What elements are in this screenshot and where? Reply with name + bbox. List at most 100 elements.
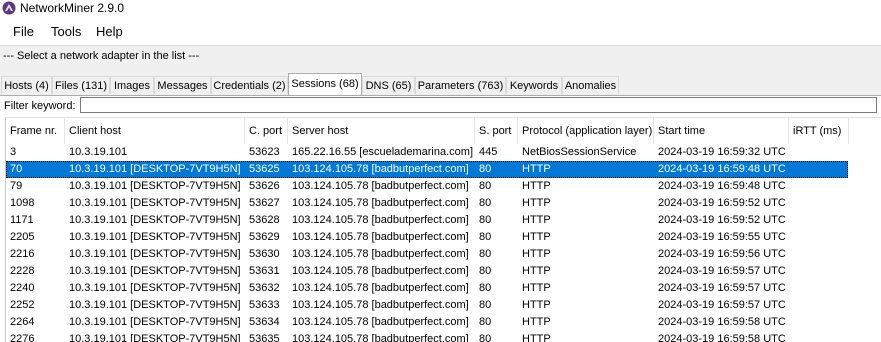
cell-server-port: 80 xyxy=(479,299,492,311)
tab-files[interactable]: Files (131) xyxy=(52,76,110,94)
cell-client-port: 53625 xyxy=(249,163,280,175)
cell-client-host: 10.3.19.101 [DESKTOP-7VT9H5N] xyxy=(69,197,241,209)
tab-strip: Hosts (4) Files (131) Images Messages Cr… xyxy=(0,68,881,96)
table-row[interactable]: 2264 10.3.19.101 [DESKTOP-7VT9H5N] 53634… xyxy=(6,314,848,331)
cell-server-host: 103.124.105.78 [badbutperfect.com] xyxy=(292,231,469,243)
menu-help[interactable]: Help xyxy=(96,24,123,39)
cell-protocol: HTTP xyxy=(522,299,551,311)
cell-server-host: 103.124.105.78 [badbutperfect.com] xyxy=(292,282,469,294)
tab-sessions[interactable]: Sessions (68) xyxy=(288,73,362,95)
cell-server-port: 80 xyxy=(479,231,492,243)
menu-file[interactable]: File xyxy=(13,24,34,39)
cell-start-time: 2024-03-19 16:59:32 UTC xyxy=(658,146,786,158)
menu-tools[interactable]: Tools xyxy=(51,24,81,39)
cell-client-port: 53629 xyxy=(249,231,280,243)
cell-start-time: 2024-03-19 16:59:56 UTC xyxy=(658,248,786,260)
cell-server-host: 103.124.105.78 [badbutperfect.com] xyxy=(292,265,469,277)
cell-server-port: 80 xyxy=(479,316,492,328)
cell-frame-nr: 2240 xyxy=(10,282,35,294)
cell-server-port: 80 xyxy=(479,163,492,175)
table-row[interactable]: 79 10.3.19.101 [DESKTOP-7VT9H5N] 53626 1… xyxy=(6,178,848,195)
cell-client-port: 53633 xyxy=(249,299,280,311)
cell-frame-nr: 79 xyxy=(10,180,23,192)
cell-client-host: 10.3.19.101 [DESKTOP-7VT9H5N] xyxy=(69,282,241,294)
cell-client-port: 53627 xyxy=(249,197,280,209)
table-row[interactable]: 3 10.3.19.101 53623 165.22.16.55 [escuel… xyxy=(6,144,848,161)
cell-server-port: 80 xyxy=(479,282,492,294)
tab-dns[interactable]: DNS (65) xyxy=(362,76,415,94)
column-header-client-port[interactable]: C. port xyxy=(245,118,288,144)
networkminer-logo-icon xyxy=(2,1,16,15)
menu-bar: File Tools Help xyxy=(0,18,881,44)
cell-protocol: NetBiosSessionService xyxy=(522,146,637,158)
table-row[interactable]: 1098 10.3.19.101 [DESKTOP-7VT9H5N] 53627… xyxy=(6,195,848,212)
tab-keywords[interactable]: Keywords xyxy=(506,76,562,94)
table-row-selected[interactable]: 70 10.3.19.101 [DESKTOP-7VT9H5N] 53625 1… xyxy=(6,161,848,178)
cell-protocol: HTTP xyxy=(522,265,551,277)
column-header-server-port[interactable]: S. port xyxy=(475,118,518,144)
column-header-irtt[interactable]: iRTT (ms) xyxy=(789,118,849,144)
column-header-frame-nr[interactable]: Frame nr. xyxy=(6,118,65,144)
table-row[interactable]: 2205 10.3.19.101 [DESKTOP-7VT9H5N] 53629… xyxy=(6,229,848,246)
cell-frame-nr: 2252 xyxy=(10,299,35,311)
table-row[interactable]: 2240 10.3.19.101 [DESKTOP-7VT9H5N] 53632… xyxy=(6,280,848,297)
cell-start-time: 2024-03-19 16:59:48 UTC xyxy=(658,163,786,175)
filter-keyword-input[interactable] xyxy=(80,97,877,113)
cell-server-port: 445 xyxy=(479,146,498,158)
table-row[interactable]: 2276 10.3.19.101 [DESKTOP-7VT9H5N] 53635… xyxy=(6,331,848,342)
table-row[interactable]: 1171 10.3.19.101 [DESKTOP-7VT9H5N] 53628… xyxy=(6,212,848,229)
tab-images[interactable]: Images xyxy=(110,76,154,94)
cell-protocol: HTTP xyxy=(522,316,551,328)
cell-protocol: HTTP xyxy=(522,282,551,294)
cell-server-port: 80 xyxy=(479,197,492,209)
network-adapter-selector[interactable]: --- Select a network adapter in the list… xyxy=(0,45,881,69)
cell-start-time: 2024-03-19 16:59:58 UTC xyxy=(658,316,786,328)
cell-client-port: 53626 xyxy=(249,180,280,192)
cell-frame-nr: 2264 xyxy=(10,316,35,328)
table-row[interactable]: 2252 10.3.19.101 [DESKTOP-7VT9H5N] 53633… xyxy=(6,297,848,314)
cell-start-time: 2024-03-19 16:59:48 UTC xyxy=(658,180,786,192)
cell-protocol: HTTP xyxy=(522,214,551,226)
filter-bar: Filter keyword: xyxy=(0,96,881,116)
tab-anomalies[interactable]: Anomalies xyxy=(562,76,619,94)
cell-server-port: 80 xyxy=(479,180,492,192)
table-row[interactable]: 2228 10.3.19.101 [DESKTOP-7VT9H5N] 53631… xyxy=(6,263,848,280)
cell-client-host: 10.3.19.101 xyxy=(69,146,128,158)
cell-protocol: HTTP xyxy=(522,180,551,192)
cell-client-port: 53630 xyxy=(249,248,280,260)
title-bar: NetworkMiner 2.9.0 xyxy=(0,0,881,18)
cell-client-port: 53628 xyxy=(249,214,280,226)
cell-protocol: HTTP xyxy=(522,248,551,260)
cell-server-host: 103.124.105.78 [badbutperfect.com] xyxy=(292,299,469,311)
cell-frame-nr: 2205 xyxy=(10,231,35,243)
tab-credentials[interactable]: Credentials (2) xyxy=(211,76,288,94)
cell-frame-nr: 1098 xyxy=(10,197,35,209)
cell-server-port: 80 xyxy=(479,214,492,226)
column-header-start-time[interactable]: Start time xyxy=(654,118,789,144)
table-header: Frame nr. Client host C. port Server hos… xyxy=(6,118,881,144)
tab-parameters[interactable]: Parameters (763) xyxy=(415,76,506,94)
tab-hosts[interactable]: Hosts (4) xyxy=(1,76,52,94)
column-header-protocol[interactable]: Protocol (application layer) xyxy=(518,118,654,144)
window-title: NetworkMiner 2.9.0 xyxy=(20,1,125,15)
cell-server-host: 103.124.105.78 [badbutperfect.com] xyxy=(292,163,469,175)
filter-keyword-label: Filter keyword: xyxy=(4,100,76,112)
column-header-server-host[interactable]: Server host xyxy=(288,118,475,144)
cell-frame-nr: 3 xyxy=(10,146,17,158)
cell-server-host: 103.124.105.78 [badbutperfect.com] xyxy=(292,214,469,226)
column-header-client-host[interactable]: Client host xyxy=(65,118,245,144)
cell-protocol: HTTP xyxy=(522,163,551,175)
cell-frame-nr: 70 xyxy=(10,163,23,175)
table-row[interactable]: 2216 10.3.19.101 [DESKTOP-7VT9H5N] 53630… xyxy=(6,246,848,263)
cell-start-time: 2024-03-19 16:59:55 UTC xyxy=(658,231,786,243)
cell-server-host: 103.124.105.78 [badbutperfect.com] xyxy=(292,248,469,260)
cell-client-host: 10.3.19.101 [DESKTOP-7VT9H5N] xyxy=(69,163,241,175)
cell-start-time: 2024-03-19 16:59:57 UTC xyxy=(658,299,786,311)
cell-start-time: 2024-03-19 16:59:52 UTC xyxy=(658,214,786,226)
cell-frame-nr: 1171 xyxy=(10,214,34,226)
cell-server-host: 103.124.105.78 [badbutperfect.com] xyxy=(292,197,469,209)
cell-frame-nr: 2228 xyxy=(10,265,35,277)
cell-client-port: 53632 xyxy=(249,282,280,294)
tab-messages[interactable]: Messages xyxy=(154,76,211,94)
cell-client-host: 10.3.19.101 [DESKTOP-7VT9H5N] xyxy=(69,316,241,328)
